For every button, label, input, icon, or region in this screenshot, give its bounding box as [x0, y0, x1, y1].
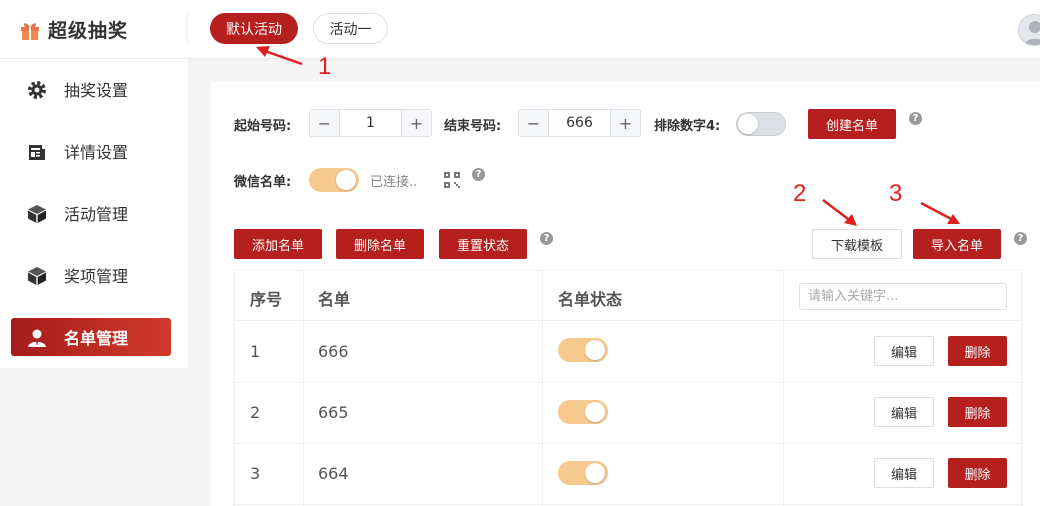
annotation-number-1: 1	[318, 53, 332, 80]
annotation-arrow-3	[920, 201, 960, 224]
annotation-number-2: 2	[793, 180, 807, 207]
annotation-arrow-1	[256, 46, 303, 66]
annotation-number-3: 3	[889, 180, 903, 207]
annotation-arrow-2	[822, 199, 857, 226]
annotation-arrows	[256, 46, 960, 226]
